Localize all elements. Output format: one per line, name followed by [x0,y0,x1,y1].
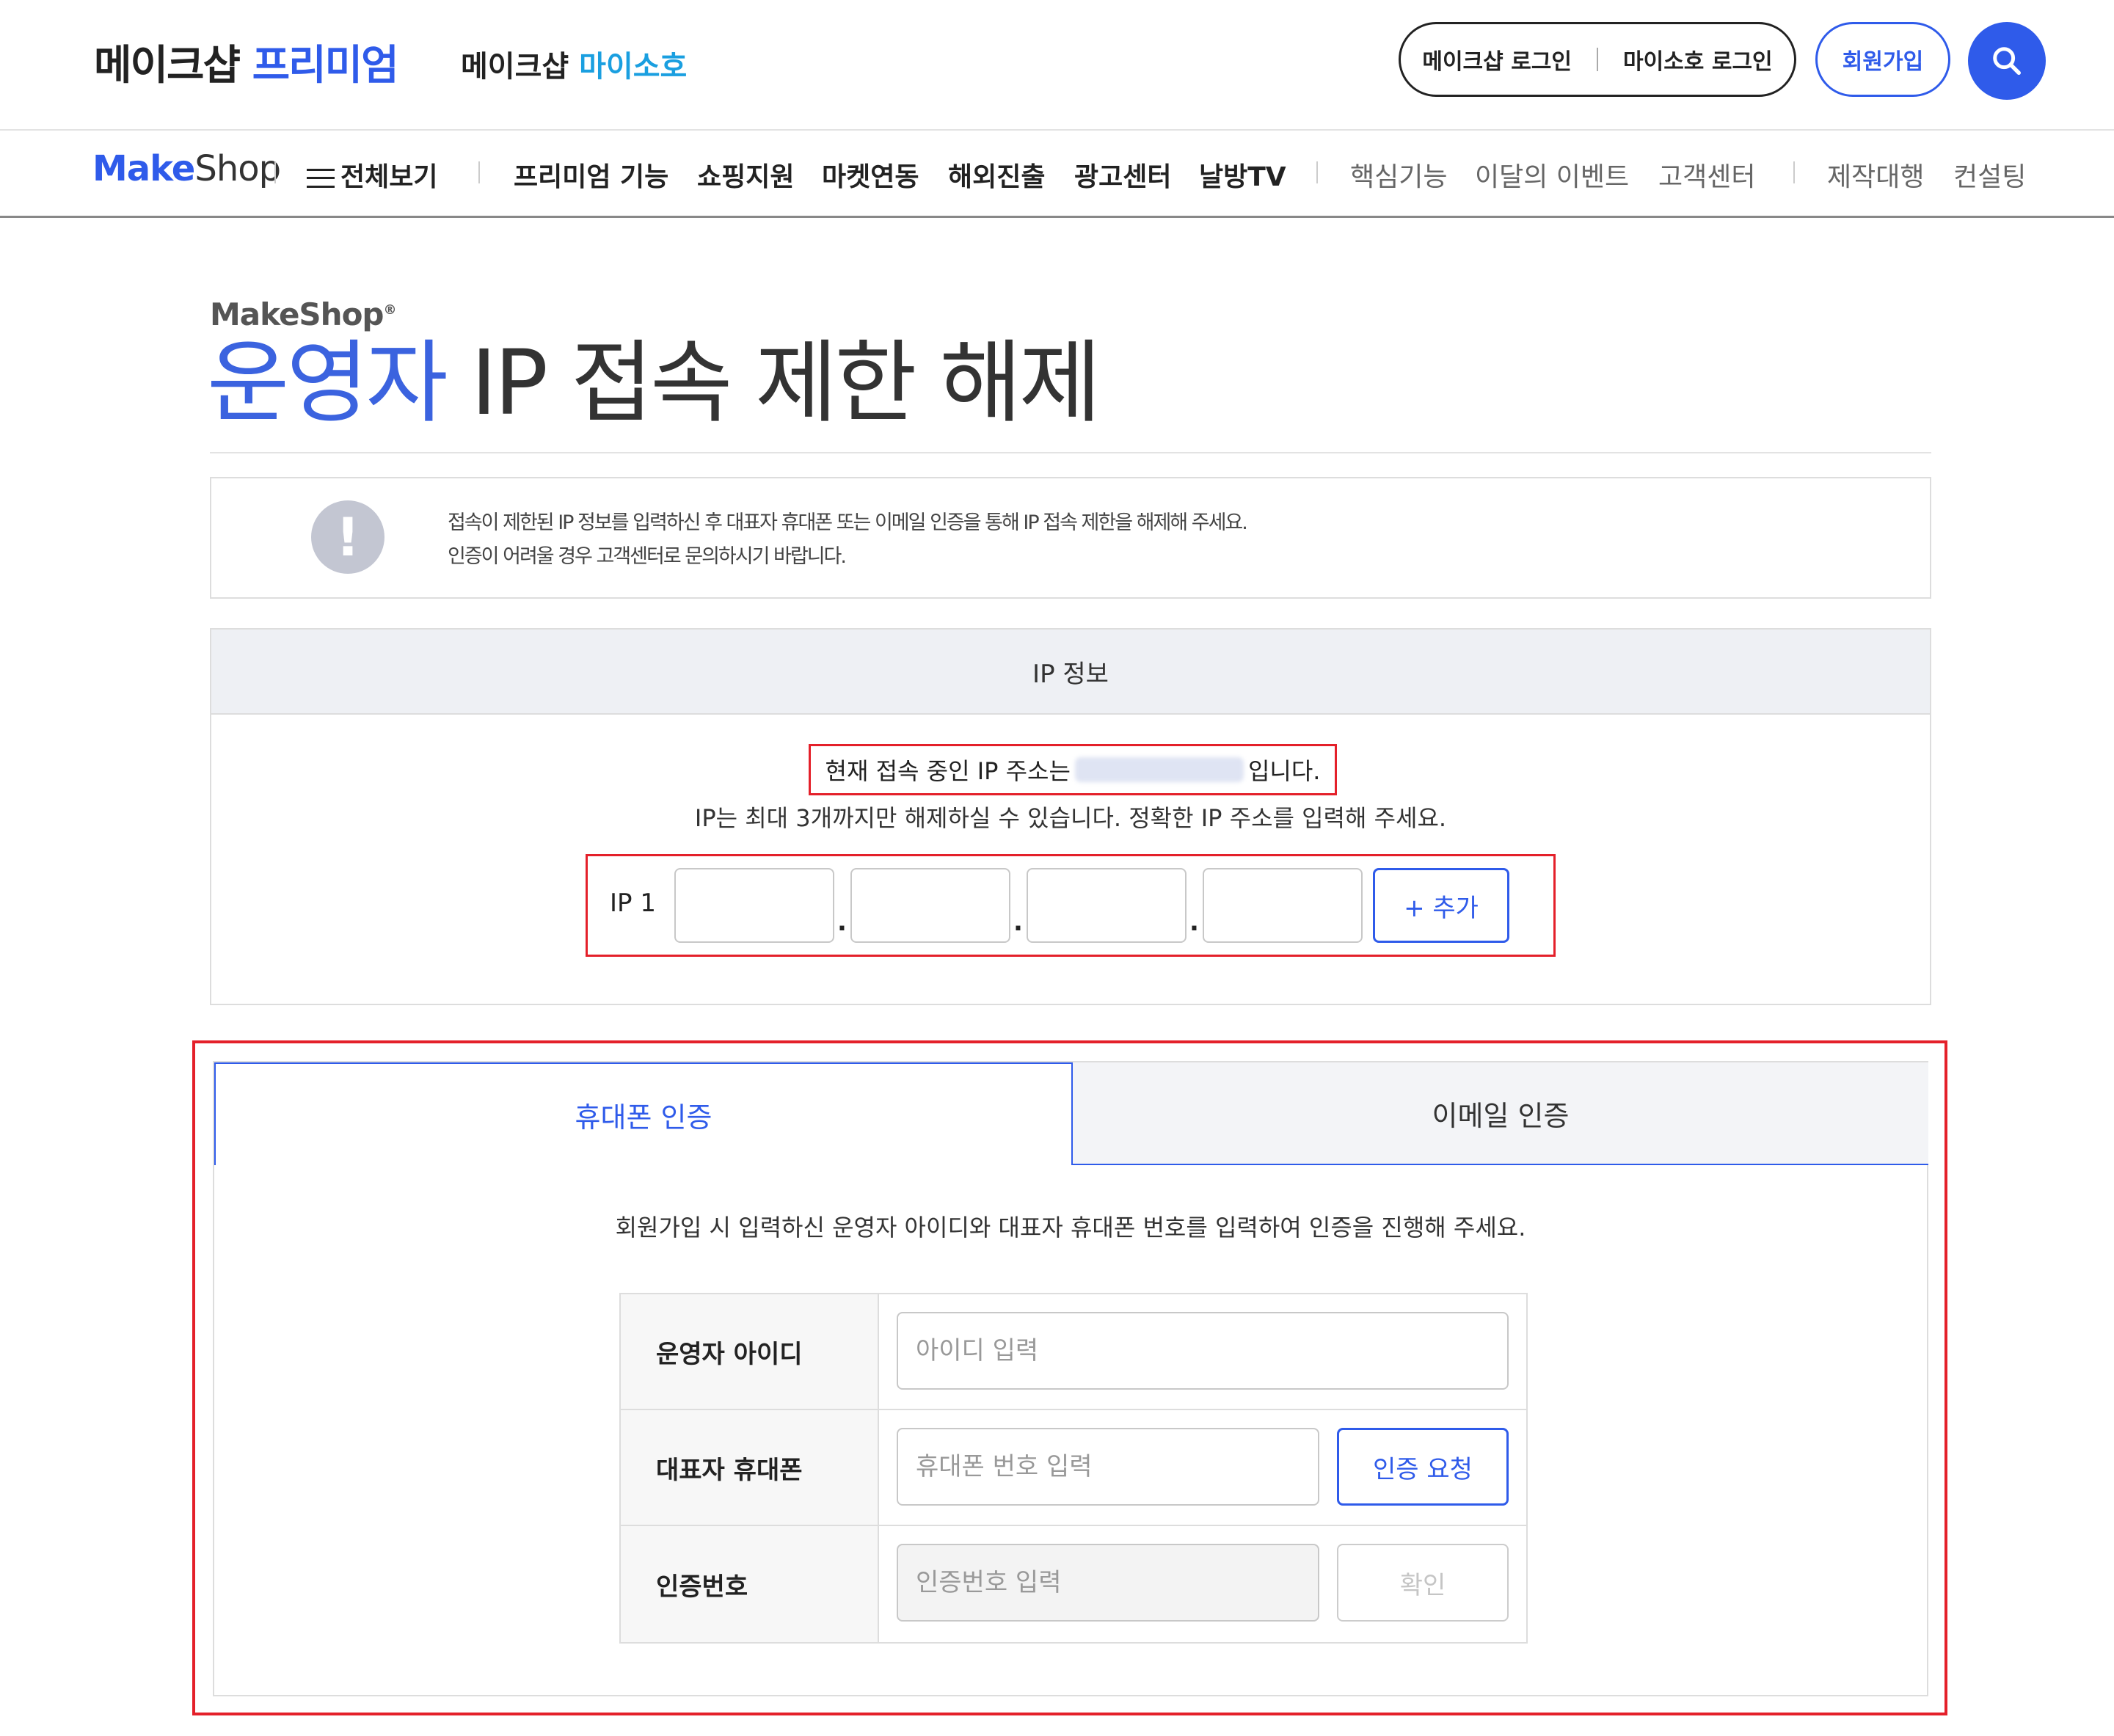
nav-item-core-features[interactable]: 핵심기능 [1350,156,1447,194]
current-ip-blurred [1074,757,1244,782]
auth-form: 운영자 아이디 대표자 휴대폰 인증 요청 인증번호 확인 [619,1293,1528,1644]
notice-line-2: 인증이 어려울 경우 고객센터로 문의하시기 바랍니다. [448,545,847,568]
page-brand-logo-text: MakeShop [210,296,384,332]
nav-all-menu[interactable]: 전체보기 [307,156,437,194]
makeshop-premium-logo[interactable]: 메이크샵 프리미엄 [94,32,399,92]
auth-highlight: 휴대폰 인증 이메일 인증 회원가입 시 입력하신 운영자 아이디와 대표자 휴… [192,1040,1947,1715]
nav-item-tv[interactable]: 날방TV [1199,156,1286,194]
makeshop-nav-logo[interactable]: MakeShop [92,148,281,189]
ip-dot: . [837,908,847,937]
current-ip-suffix: 입니다. [1247,757,1321,785]
main-nav: MakeShop 전체보기 프리미엄 기능 쇼핑지원 마켓연동 해외진출 광고센… [0,131,2114,218]
nav-divider [1793,161,1795,183]
brand-myshop-accent: 마이소호 [579,50,688,84]
add-ip-button[interactable]: + 추가 [1373,868,1509,943]
nav-item-premium-features[interactable]: 프리미엄 기능 [514,156,668,194]
makeshop-myshop-logo[interactable]: 메이크샵 마이소호 [461,43,687,85]
login-group: 메이크샵 로그인 마이소호 로그인 [1399,22,1796,97]
nav-all-menu-label: 전체보기 [340,162,438,192]
ip-dot: . [1013,908,1023,937]
notice-box: ! 접속이 제한된 IP 정보를 입력하신 후 대표자 휴대폰 또는 이메일 인… [210,477,1931,599]
form-row-auth-code: 인증번호 확인 [621,1526,1526,1642]
brand-premium-main: 메이크샵 [94,42,241,90]
phone-input[interactable] [897,1428,1319,1506]
exclamation-icon: ! [311,500,384,574]
nav-item-overseas[interactable]: 해외진출 [948,156,1045,194]
ip-octet-3-input[interactable] [1027,868,1187,943]
page-brand-logo: MakeShop® [210,296,397,332]
ip-label: IP 1 [610,889,656,918]
registered-mark: ® [383,302,397,318]
ip-octet-2-input[interactable] [850,868,1010,943]
current-ip-highlight: 현재 접속 중인 IP 주소는 입니다. [809,744,1337,795]
join-button[interactable]: 회원가입 [1815,22,1950,97]
ip-dot: . [1189,908,1199,937]
nav-divider [274,161,276,183]
search-icon [1993,47,2021,75]
login-divider [1597,48,1598,71]
nav-item-ad-center[interactable]: 광고센터 [1074,156,1171,194]
nav-item-consulting[interactable]: 컨설팅 [1953,156,2026,194]
tab-phone-auth[interactable]: 휴대폰 인증 [214,1062,1073,1165]
request-auth-button[interactable]: 인증 요청 [1337,1428,1509,1506]
page-title-accent: 운영자 [207,331,448,435]
operator-id-label: 운영자 아이디 [621,1294,879,1409]
myshop-login-link[interactable]: 마이소호 로그인 [1623,43,1773,76]
auth-code-label: 인증번호 [621,1526,879,1642]
auth-box: 휴대폰 인증 이메일 인증 회원가입 시 입력하신 운영자 아이디와 대표자 휴… [213,1061,1928,1696]
nav-item-shopping-support[interactable]: 쇼핑지원 [697,156,794,194]
nav-item-market-link[interactable]: 마켓연동 [822,156,919,194]
ip-info-header: IP 정보 [211,630,1930,715]
nav-item-customer-center[interactable]: 고객센터 [1658,156,1755,194]
page-title: 운영자 IP 접속 제한 해제 [207,331,1101,435]
tab-email-auth[interactable]: 이메일 인증 [1073,1062,1928,1165]
confirm-button[interactable]: 확인 [1337,1544,1509,1622]
nav-divider [478,161,480,183]
ip-octet-1-input[interactable] [674,868,834,943]
hamburger-icon [307,169,335,188]
form-row-operator-id: 운영자 아이디 [621,1294,1526,1410]
nav-divider [1316,161,1318,183]
brand-premium-accent: 프리미엄 [252,42,399,90]
page-title-rest: IP 접속 제한 해제 [470,331,1101,435]
current-ip-prefix: 현재 접속 중인 IP 주소는 [825,757,1071,785]
notice-text: 접속이 제한된 IP 정보를 입력하신 후 대표자 휴대폰 또는 이메일 인증을… [448,506,1248,574]
ip-input-row: IP 1 . . . + 추가 [586,854,1556,957]
phone-label: 대표자 휴대폰 [621,1410,879,1525]
ip-help-text: IP는 최대 3개까지만 해제하실 수 있습니다. 정확한 IP 주소를 입력해… [694,804,1447,832]
top-header: 메이크샵 프리미엄 메이크샵 마이소호 메이크샵 로그인 마이소호 로그인 회원… [0,0,2114,131]
title-divider [210,452,1931,453]
nav-item-monthly-event[interactable]: 이달의 이벤트 [1475,156,1629,194]
operator-id-input[interactable] [897,1312,1509,1390]
nav-logo-make: Make [92,148,195,189]
notice-line-1: 접속이 제한된 IP 정보를 입력하신 후 대표자 휴대폰 또는 이메일 인증을… [448,511,1248,534]
search-button[interactable] [1968,22,2046,100]
ip-octet-4-input[interactable] [1203,868,1363,943]
makeshop-login-link[interactable]: 메이크샵 로그인 [1422,43,1572,76]
ip-info-box: IP 정보 현재 접속 중인 IP 주소는 입니다. IP는 최대 3개까지만 … [210,628,1931,1005]
auth-code-input[interactable] [897,1544,1319,1622]
form-row-phone: 대표자 휴대폰 인증 요청 [621,1410,1526,1526]
auth-description: 회원가입 시 입력하신 운영자 아이디와 대표자 휴대폰 번호를 입력하여 인증… [615,1214,1526,1241]
brand-myshop-main: 메이크샵 [461,50,569,84]
nav-logo-shop: Shop [194,148,281,189]
nav-item-production[interactable]: 제작대행 [1827,156,1924,194]
